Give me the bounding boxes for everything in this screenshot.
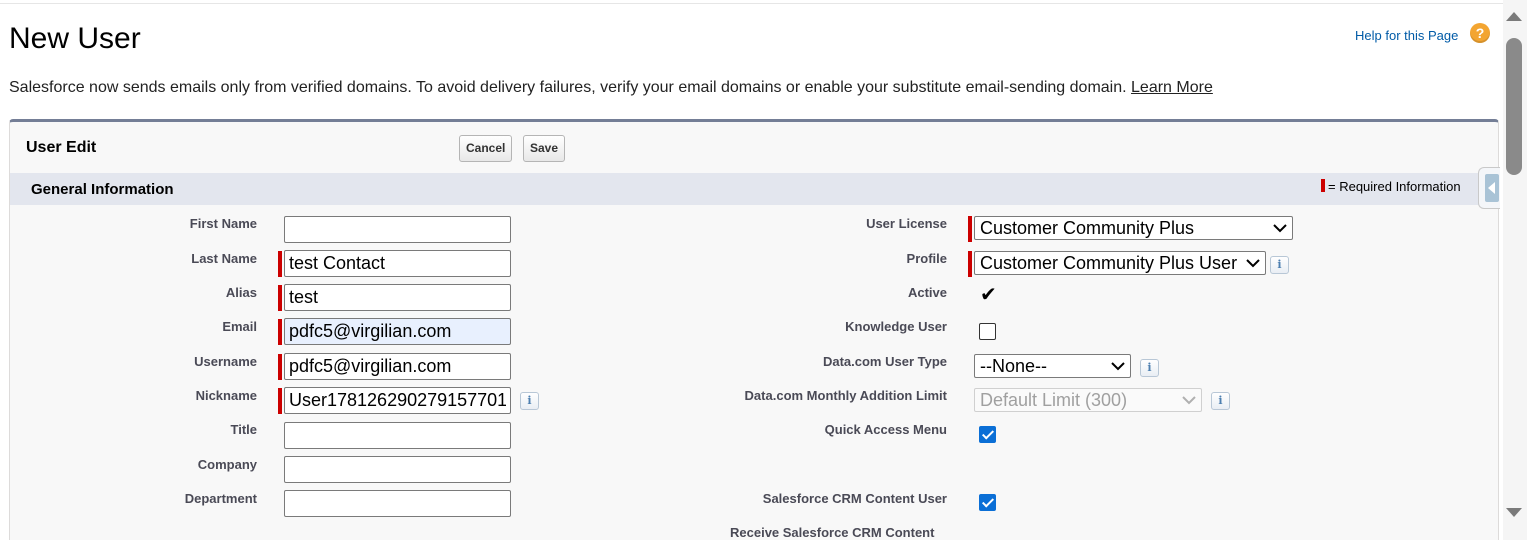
help-link[interactable]: Help for this Page — [1355, 28, 1458, 43]
scroll-up-arrow-icon[interactable] — [1506, 12, 1522, 21]
required-legend-text: = Required Information — [1328, 179, 1461, 194]
title-input[interactable] — [284, 422, 511, 449]
company-input[interactable] — [284, 456, 511, 483]
scrollbar-thumb[interactable] — [1506, 38, 1522, 175]
user-license-value: Customer Community Plus — [980, 218, 1195, 238]
info-icon[interactable]: i — [1140, 359, 1159, 377]
datacom-limit-select: Default Limit (300) — [974, 388, 1202, 412]
knowledge-user-checkbox[interactable] — [979, 323, 996, 340]
datacom-user-type-label: Data.com User Type — [822, 354, 947, 369]
department-label: Department — [184, 491, 257, 506]
required-marker — [278, 319, 282, 345]
title-label: Title — [230, 422, 258, 437]
datacom-user-type-value: --None-- — [980, 356, 1048, 376]
chevron-left-icon — [1485, 174, 1499, 202]
username-label: Username — [194, 354, 257, 369]
required-marker — [278, 388, 282, 414]
page-title: New User — [9, 22, 141, 55]
chevron-down-icon — [1246, 259, 1260, 268]
info-icon[interactable]: i — [1211, 392, 1230, 410]
save-button[interactable]: Save — [523, 135, 566, 162]
collapse-sidebar-tab[interactable] — [1478, 167, 1500, 209]
required-marker — [968, 251, 972, 277]
receive-crm-content-label: Receive Salesforce CRM Content — [730, 525, 935, 540]
first-name-label: First Name — [189, 216, 257, 231]
last-name-label: Last Name — [191, 251, 257, 266]
quick-access-menu-label: Quick Access Menu — [824, 422, 947, 437]
chevron-down-icon — [1182, 396, 1196, 405]
nickname-label: Nickname — [195, 388, 257, 403]
email-domain-notice: Salesforce now sends emails only from ve… — [9, 79, 1213, 97]
crm-content-user-checkbox[interactable] — [979, 494, 996, 511]
username-input[interactable] — [284, 353, 511, 380]
datacom-user-type-select[interactable]: --None-- — [974, 354, 1131, 378]
knowledge-user-label: Knowledge User — [845, 319, 947, 334]
alias-input[interactable] — [284, 284, 511, 311]
first-name-input[interactable] — [284, 216, 511, 243]
required-marker — [968, 216, 972, 242]
last-name-input[interactable] — [284, 250, 511, 277]
cancel-button[interactable]: Cancel — [459, 135, 513, 162]
company-label: Company — [197, 457, 257, 472]
email-input[interactable] — [284, 318, 511, 345]
checkmark-icon[interactable]: ✔ — [980, 282, 997, 306]
notice-text: Salesforce now sends emails only from ve… — [9, 79, 1127, 96]
chevron-down-icon — [1273, 224, 1287, 233]
nickname-input[interactable] — [284, 387, 511, 414]
info-icon[interactable]: i — [520, 392, 539, 410]
datacom-limit-value: Default Limit (300) — [980, 390, 1128, 410]
section-title: General Information — [31, 181, 174, 198]
required-legend: = Required Information — [1321, 179, 1461, 194]
user-license-select[interactable]: Customer Community Plus — [974, 216, 1293, 240]
info-icon[interactable]: i — [1270, 256, 1289, 274]
required-marker — [278, 251, 282, 277]
crm-content-user-label: Salesforce CRM Content User — [762, 491, 947, 506]
panel-title: User Edit — [26, 139, 97, 156]
required-marker — [278, 354, 282, 380]
datacom-limit-label: Data.com Monthly Addition Limit — [744, 388, 947, 403]
top-divider — [0, 3, 1503, 4]
learn-more-link[interactable]: Learn More — [1131, 79, 1213, 96]
required-marker — [1321, 179, 1325, 192]
alias-label: Alias — [225, 285, 257, 300]
general-information-header: General Information = Required Informati… — [10, 173, 1498, 205]
department-input[interactable] — [284, 490, 511, 517]
scroll-down-arrow-icon[interactable] — [1506, 508, 1522, 517]
quick-access-menu-checkbox[interactable] — [979, 426, 996, 443]
question-circle-icon[interactable]: ? — [1470, 23, 1490, 43]
profile-value: Customer Community Plus User — [980, 253, 1238, 273]
email-label: Email — [222, 319, 257, 334]
required-marker — [278, 285, 282, 311]
user-license-label: User License — [866, 216, 947, 231]
chevron-down-icon — [1111, 362, 1125, 371]
active-label: Active — [907, 285, 947, 300]
profile-label: Profile — [906, 251, 947, 266]
profile-select[interactable]: Customer Community Plus User — [974, 251, 1266, 275]
